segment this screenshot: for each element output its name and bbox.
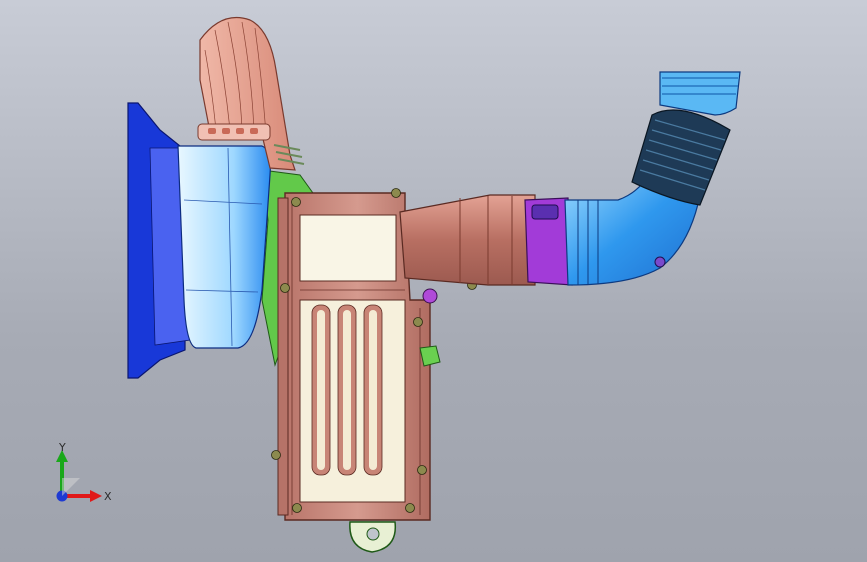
purple-grommet[interactable]	[422, 288, 438, 304]
green-fitting[interactable]	[419, 345, 441, 367]
air-intake-assembly-model[interactable]	[0, 0, 867, 562]
triad-plane-hint	[62, 478, 80, 496]
outlet-tube[interactable]	[399, 194, 536, 286]
x-axis-head	[90, 490, 102, 502]
scoop-shell[interactable]	[177, 145, 271, 349]
cad-viewport[interactable]: Y X	[0, 0, 867, 562]
coupling-clamp-tab[interactable]	[531, 204, 559, 220]
x-axis-label: X	[104, 490, 112, 503]
bottom-bracket-hole	[366, 527, 380, 541]
coordinate-triad: Y X	[56, 441, 112, 503]
filter-box-flange	[277, 197, 289, 516]
y-axis-label: Y	[58, 441, 66, 454]
elbow-sensor[interactable]	[654, 256, 666, 268]
filter-lid-top[interactable]	[299, 214, 397, 282]
